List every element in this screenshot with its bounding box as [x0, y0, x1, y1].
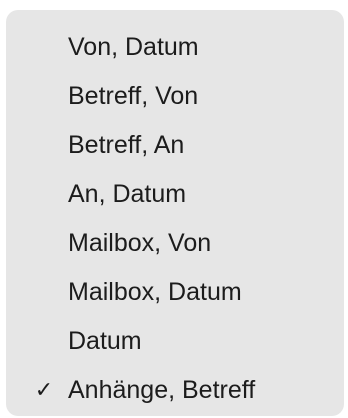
menu-item-label: Mailbox, Datum [68, 277, 242, 306]
menu-item-label: Von, Datum [68, 32, 199, 61]
menu-item-label: Datum [68, 326, 142, 355]
menu-item-betreff-von[interactable]: Betreff, Von [6, 72, 344, 120]
menu-item-an-datum[interactable]: An, Datum [6, 170, 344, 218]
checkmark-icon: ✓ [34, 377, 54, 403]
sort-menu: Von, Datum Betreff, Von Betreff, An An, … [6, 10, 344, 416]
menu-item-label: An, Datum [68, 179, 187, 208]
menu-item-anhaenge-betreff[interactable]: ✓ Anhänge, Betreff [6, 366, 344, 414]
menu-item-label: Betreff, Von [68, 81, 199, 110]
menu-item-betreff-an[interactable]: Betreff, An [6, 121, 344, 169]
menu-item-von-datum[interactable]: Von, Datum [6, 23, 344, 71]
menu-item-label: Mailbox, Von [68, 228, 212, 257]
menu-item-datum[interactable]: Datum [6, 317, 344, 365]
menu-item-mailbox-datum[interactable]: Mailbox, Datum [6, 268, 344, 316]
menu-item-mailbox-von[interactable]: Mailbox, Von [6, 219, 344, 267]
menu-item-label: Betreff, An [68, 130, 185, 159]
menu-item-label: Anhänge, Betreff [68, 375, 256, 404]
